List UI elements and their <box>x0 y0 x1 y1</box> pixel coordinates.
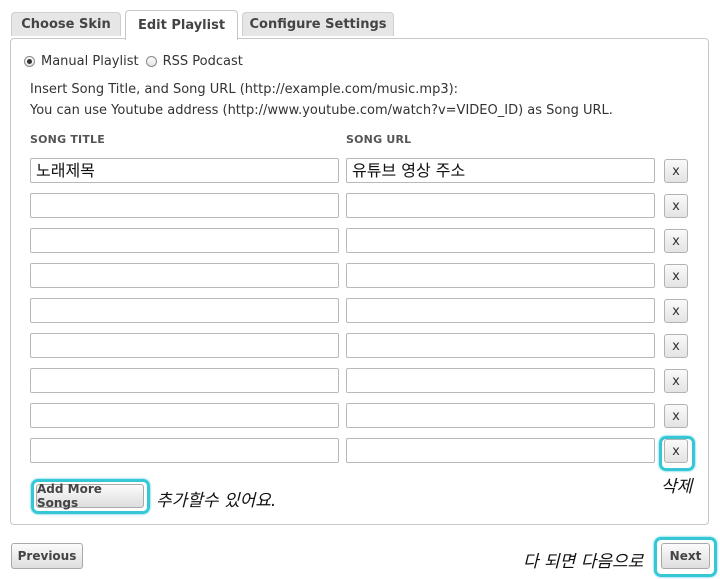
tab-edit-playlist[interactable]: Edit Playlist <box>125 10 238 40</box>
help-text-line2: You can use Youtube address (http://www.… <box>30 103 613 118</box>
delete-song-button[interactable]: x <box>664 229 688 253</box>
tab-choose-skin[interactable]: Choose Skin <box>11 12 121 36</box>
add-songs-note: 추가할수 있어요. <box>156 491 277 511</box>
delete-song-button[interactable]: x <box>664 404 688 428</box>
delete-note: 삭제 <box>661 477 693 497</box>
song-title-input[interactable] <box>30 228 339 253</box>
delete-song-button[interactable]: x <box>664 334 688 358</box>
song-url-input[interactable] <box>346 193 655 218</box>
playlist-type-group: Manual Playlist RSS Podcast <box>24 54 250 69</box>
song-title-input[interactable] <box>30 298 339 323</box>
song-title-input[interactable] <box>30 193 339 218</box>
help-text-line1: Insert Song Title, and Song URL (http://… <box>30 82 459 97</box>
song-url-input[interactable] <box>346 228 655 253</box>
add-more-songs-button[interactable]: Add More Songs <box>36 482 144 510</box>
song-title-header: SONG TITLE <box>30 133 105 146</box>
tab-label: Edit Playlist <box>137 18 226 33</box>
song-title-input[interactable]: 노래제목 <box>30 158 339 183</box>
tab-label: Configure Settings <box>249 17 387 32</box>
song-title-input[interactable] <box>30 438 339 463</box>
song-url-input[interactable] <box>346 438 655 463</box>
song-url-input[interactable] <box>346 263 655 288</box>
song-url-input[interactable] <box>346 333 655 358</box>
song-title-input[interactable] <box>30 368 339 393</box>
delete-song-button[interactable]: x <box>664 194 688 218</box>
tab-label: Choose Skin <box>21 17 111 32</box>
song-url-input[interactable] <box>346 403 655 428</box>
song-url-input[interactable]: 유튜브 영상 주소 <box>346 158 655 183</box>
manual-playlist-label[interactable]: Manual Playlist <box>41 54 139 69</box>
delete-song-button[interactable]: x <box>664 299 688 323</box>
song-title-input[interactable] <box>30 333 339 358</box>
tab-configure-settings[interactable]: Configure Settings <box>242 12 394 36</box>
song-title-input[interactable] <box>30 263 339 288</box>
delete-song-button[interactable]: x <box>664 439 688 463</box>
song-title-input[interactable] <box>30 403 339 428</box>
song-url-input[interactable] <box>346 368 655 393</box>
manual-playlist-radio[interactable] <box>24 56 35 67</box>
rss-podcast-label[interactable]: RSS Podcast <box>163 54 243 69</box>
delete-song-button[interactable]: x <box>664 369 688 393</box>
next-note: 다 되면 다음으로 <box>523 552 644 572</box>
delete-song-button[interactable]: x <box>664 264 688 288</box>
song-url-input[interactable] <box>346 298 655 323</box>
next-button[interactable]: Next <box>661 543 710 569</box>
previous-button[interactable]: Previous <box>11 543 83 569</box>
song-url-header: SONG URL <box>346 133 412 146</box>
delete-song-button[interactable]: x <box>664 159 688 183</box>
rss-podcast-radio[interactable] <box>145 56 157 67</box>
